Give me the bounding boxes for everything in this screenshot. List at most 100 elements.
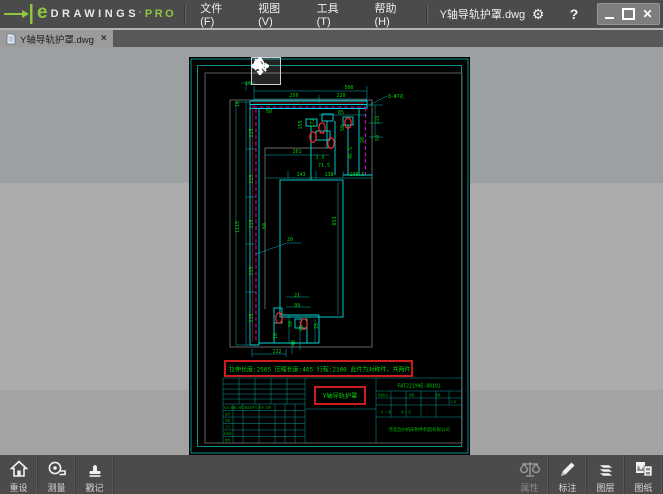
menu-help[interactable]: 帮助(H)	[374, 0, 411, 28]
dimension-label: 10	[273, 333, 279, 339]
zoom-area-icon	[251, 57, 269, 75]
dimension-label: 50	[288, 321, 294, 327]
settings-gear-icon[interactable]: ⚙	[525, 6, 551, 23]
zoom-tool-button[interactable]	[352, 58, 380, 84]
document-icon	[6, 33, 16, 45]
minimize-button[interactable]	[600, 5, 619, 23]
mass-properties-label: 属性	[520, 482, 538, 494]
pan-tool-button[interactable]	[286, 58, 314, 84]
part-number: FAT221YHE-80102	[397, 384, 440, 390]
dimension-label: 20	[287, 237, 293, 243]
dimension-label: 215	[249, 174, 255, 183]
dimension-label: 46.5	[348, 147, 354, 159]
measure-button[interactable]: 测量	[38, 455, 76, 494]
tab-document[interactable]: Y轴导轨护罩.dwg ×	[0, 30, 113, 47]
dimension-label: 45	[299, 325, 305, 331]
dimension-label: 108.5	[349, 172, 364, 178]
dimension-label: 50	[262, 223, 268, 229]
sheets-icon	[633, 459, 655, 479]
main-area: 105002502201050851551721155050202151613.…	[0, 47, 663, 455]
stroke-note: 拉伸长度:2565 压缩长度:465 行程:2100 此件为对称件，共两件	[229, 366, 410, 374]
logo-drawings: DRAWINGS	[51, 8, 140, 20]
dimension-label: 25	[314, 323, 320, 329]
bottom-toolbar-right: 属性 标注 图层	[511, 455, 663, 494]
dimension-label: 853	[332, 216, 338, 225]
markup-label: 标注	[558, 482, 576, 494]
home-icon	[9, 459, 29, 479]
company-name: 河北沧州机床附件制造有限公司	[388, 426, 449, 433]
stamp-icon	[85, 459, 105, 479]
drawing-canvas[interactable]: 105002502201050851551721155050202151613.…	[189, 57, 470, 455]
reset-button[interactable]: 重设	[0, 455, 38, 494]
tab-close-icon[interactable]: ×	[101, 33, 107, 44]
title-block-label: 设计	[225, 412, 231, 416]
zoom-fit-tool-button[interactable]	[319, 58, 347, 84]
sheets-label: 图纸	[634, 482, 652, 494]
dimension-label: 20	[360, 137, 366, 143]
dimension-label: 40	[291, 340, 297, 346]
dimension-label: 143	[296, 172, 305, 178]
title-block-label: 工艺	[225, 425, 231, 429]
dimension-label: 50	[266, 109, 272, 115]
close-icon: ✕	[642, 7, 652, 21]
close-button[interactable]: ✕	[638, 5, 657, 23]
title-block-label: 重量	[409, 393, 415, 397]
dimension-label: 138	[324, 172, 333, 178]
tab-bar: Y轴导轨护罩.dwg ×	[0, 28, 663, 47]
zoom-area-tool-button[interactable]	[385, 58, 413, 84]
window-controls: ✕	[597, 3, 660, 25]
dimension-label: 220	[336, 93, 345, 99]
tab-label: Y轴导轨护罩.dwg	[20, 32, 94, 46]
pencil-icon	[558, 459, 578, 479]
logo-e: e	[37, 2, 48, 24]
measure-tape-icon	[46, 459, 67, 479]
help-icon[interactable]: ?	[561, 6, 587, 22]
title-block-label: 比例	[435, 393, 441, 397]
hole-callout: 8-Φ7孔	[388, 93, 405, 100]
measure-label: 测量	[47, 482, 65, 494]
dimension-label: 215	[249, 313, 255, 322]
menu-bar: 文件(F) 视图(V) 工具(T) 帮助(H)	[186, 0, 425, 28]
title-bar: e DRAWINGS ’ PRO 文件(F) 视图(V) 工具(T) 帮助(H)…	[0, 0, 663, 28]
mass-properties-icon	[519, 459, 541, 479]
dimension-label: 215	[249, 128, 255, 137]
sheets-button[interactable]: 图纸	[625, 455, 663, 494]
title-block-label: 共 1 张	[381, 410, 391, 414]
dimension-label: 215	[249, 219, 255, 228]
stamp-label: 戳记	[85, 482, 103, 494]
edrawings-arrow-icon	[2, 0, 36, 28]
dimension-label: 500	[344, 85, 353, 91]
dimension-label: 50	[340, 125, 346, 131]
title-block-label: 1:6	[450, 400, 456, 404]
markup-button[interactable]: 标注	[549, 455, 587, 494]
dimension-label: 85	[338, 110, 344, 116]
title-block-label: 审核	[225, 419, 231, 423]
bottom-toolbar: 重设 测量 戳记	[0, 455, 663, 494]
maximize-icon	[622, 8, 635, 20]
dimension-label: 99	[294, 303, 300, 309]
layers-label: 图层	[596, 482, 614, 494]
edrawings-logo: e DRAWINGS ’ PRO	[0, 0, 184, 28]
dimension-label: 3.5	[315, 155, 324, 161]
menu-file[interactable]: 文件(F)	[200, 0, 236, 28]
dimension-label: 1115	[235, 221, 241, 233]
maximize-button[interactable]	[619, 5, 638, 23]
dimension-label: 250	[289, 93, 298, 99]
dimension-label: 112	[272, 349, 281, 355]
stamp-button[interactable]: 戳记	[76, 455, 114, 494]
logo-mark: ’	[139, 10, 141, 19]
title-block-label: 批准	[225, 438, 231, 442]
minimize-icon	[605, 17, 614, 19]
bottom-toolbar-left: 重设 测量 戳记	[0, 455, 114, 494]
layers-button[interactable]: 图层	[587, 455, 625, 494]
highlight-marks	[276, 118, 351, 329]
title-block-label: 第 1 张	[401, 410, 411, 414]
window-doc-title: Y轴导轨护罩.dwg	[428, 6, 526, 22]
dimension-label: 155	[298, 120, 304, 129]
dimension-label: 115	[375, 115, 381, 124]
title-block-label: 标记 处数 分区 更改文件号 签字 日期	[224, 406, 271, 410]
reset-label: 重设	[9, 482, 27, 494]
menu-view[interactable]: 视图(V)	[258, 0, 295, 28]
menu-tools[interactable]: 工具(T)	[317, 0, 353, 28]
mass-properties-button: 属性	[511, 455, 549, 494]
